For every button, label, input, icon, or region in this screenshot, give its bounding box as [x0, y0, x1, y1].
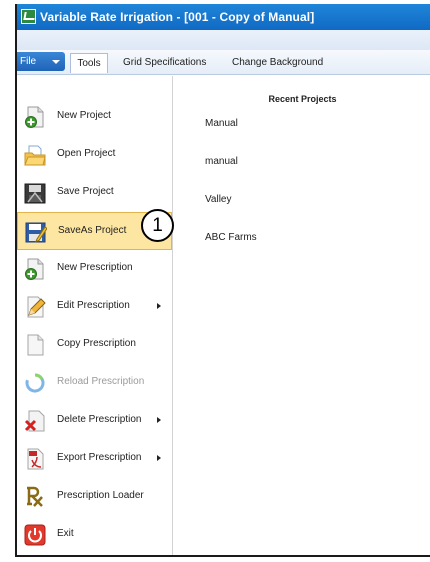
- menu-item-label: Copy Prescription: [57, 338, 136, 349]
- menu-item-label: Edit Prescription: [57, 300, 130, 311]
- app-window: Variable Rate Irrigation - [001 - Copy o…: [15, 4, 430, 557]
- tab-tools[interactable]: Tools: [70, 53, 108, 73]
- submenu-arrow-icon: [157, 455, 161, 461]
- copy-document-icon: [27, 334, 44, 356]
- save-as-icon: [25, 222, 47, 243]
- menu-item-prescription-loader[interactable]: Prescription Loader: [17, 478, 172, 516]
- chevron-down-icon: [52, 60, 60, 64]
- new-project-icon: [25, 106, 44, 128]
- tab-change-background[interactable]: Change Background: [232, 53, 323, 72]
- menu-item-export-prescription[interactable]: Export Prescription: [17, 440, 172, 478]
- edit-pencil-icon: [27, 296, 46, 318]
- menu-item-label: Exit: [57, 528, 74, 539]
- open-folder-icon: [24, 145, 46, 166]
- menu-item-new-project[interactable]: New Project: [17, 98, 172, 136]
- file-menu: New Project Open Project Save Project Sa…: [17, 76, 173, 555]
- recent-projects-title: Recent Projects: [268, 94, 337, 104]
- window-title: Variable Rate Irrigation - [001 - Copy o…: [40, 10, 315, 24]
- title-bar[interactable]: Variable Rate Irrigation - [001 - Copy o…: [17, 4, 430, 30]
- menu-item-exit[interactable]: Exit: [17, 516, 172, 554]
- power-icon: [24, 524, 46, 546]
- submenu-arrow-icon: [157, 303, 161, 309]
- file-tab[interactable]: File: [17, 52, 65, 71]
- ribbon-band: [17, 30, 430, 51]
- app-logo-icon: [21, 9, 36, 24]
- rx-icon: [27, 486, 43, 507]
- save-project-icon: [24, 183, 46, 204]
- menu-item-reload-prescription[interactable]: Reload Prescription: [17, 364, 172, 402]
- recent-project-item[interactable]: ABC Farms: [205, 232, 257, 243]
- callout-badge: 1: [141, 209, 174, 242]
- menu-item-label: Delete Prescription: [57, 414, 142, 425]
- submenu-arrow-icon: [157, 417, 161, 423]
- menu-item-label: New Prescription: [57, 262, 133, 273]
- recent-project-item[interactable]: Manual: [205, 118, 238, 129]
- menu-item-label: New Project: [57, 110, 111, 121]
- delete-icon: [24, 410, 45, 432]
- recent-projects-panel: Recent Projects Manual manual Valley ABC…: [173, 76, 430, 555]
- menu-item-edit-prescription[interactable]: Edit Prescription: [17, 288, 172, 326]
- menu-item-copy-prescription[interactable]: Copy Prescription: [17, 326, 172, 364]
- menu-item-delete-prescription[interactable]: Delete Prescription: [17, 402, 172, 440]
- ribbon-tabs: File Tools Grid Specifications Change Ba…: [17, 50, 430, 75]
- menu-item-new-prescription[interactable]: New Prescription: [17, 250, 172, 288]
- file-tab-label: File: [20, 56, 37, 67]
- reload-icon: [25, 373, 45, 393]
- menu-item-label: SaveAs Project: [58, 225, 127, 236]
- tab-grid-specifications[interactable]: Grid Specifications: [123, 53, 206, 72]
- recent-project-item[interactable]: manual: [205, 156, 238, 167]
- menu-item-label: Reload Prescription: [57, 376, 145, 387]
- recent-project-item[interactable]: Valley: [205, 194, 232, 205]
- export-pdf-icon: [27, 448, 44, 470]
- menu-item-save-project[interactable]: Save Project: [17, 174, 172, 212]
- new-prescription-icon: [25, 258, 44, 280]
- menu-item-label: Export Prescription: [57, 452, 142, 463]
- menu-item-label: Save Project: [57, 186, 114, 197]
- menu-item-label: Open Project: [57, 148, 116, 159]
- menu-item-label: Prescription Loader: [57, 490, 144, 501]
- menu-item-open-project[interactable]: Open Project: [17, 136, 172, 174]
